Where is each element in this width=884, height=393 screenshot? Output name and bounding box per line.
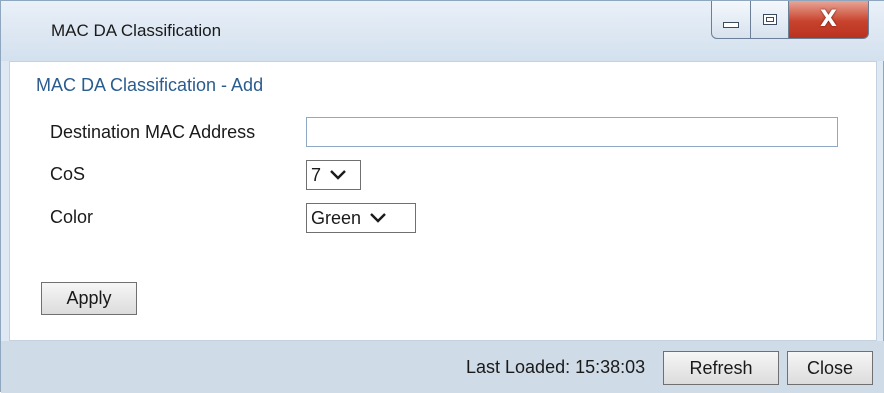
window-title: MAC DA Classification [51, 21, 222, 40]
cos-label: CoS [50, 164, 86, 184]
color-label: Color [50, 207, 94, 227]
dialog-window: MAC DA Classification X MAC DA Classific… [0, 0, 884, 393]
chevron-down-icon [330, 170, 346, 180]
minimize-icon [723, 21, 739, 28]
chevron-down-icon [370, 213, 386, 223]
form-panel: MAC DA Classification - Add Destination … [9, 61, 877, 341]
apply-button[interactable]: Apply [41, 282, 137, 315]
minimize-button[interactable] [711, 1, 751, 39]
color-select[interactable]: Green [306, 203, 416, 233]
cos-value: 7 [311, 164, 322, 185]
cos-select[interactable]: 7 [306, 160, 361, 190]
close-icon: X [820, 6, 837, 32]
maximize-button[interactable] [751, 1, 789, 39]
color-value: Green [311, 207, 362, 228]
destination-mac-label: Destination MAC Address [50, 122, 256, 142]
window-close-button[interactable]: X [789, 1, 869, 39]
close-button[interactable]: Close [787, 351, 873, 385]
destination-mac-input[interactable] [306, 117, 838, 147]
refresh-button[interactable]: Refresh [663, 351, 779, 385]
section-title: MAC DA Classification - Add [36, 75, 264, 95]
maximize-icon [762, 14, 777, 25]
footer-bar: Last Loaded: 15:38:03 Refresh Close [1, 341, 884, 393]
title-bar[interactable]: MAC DA Classification X [1, 1, 884, 61]
last-loaded-status: Last Loaded: 15:38:03 [466, 357, 646, 377]
